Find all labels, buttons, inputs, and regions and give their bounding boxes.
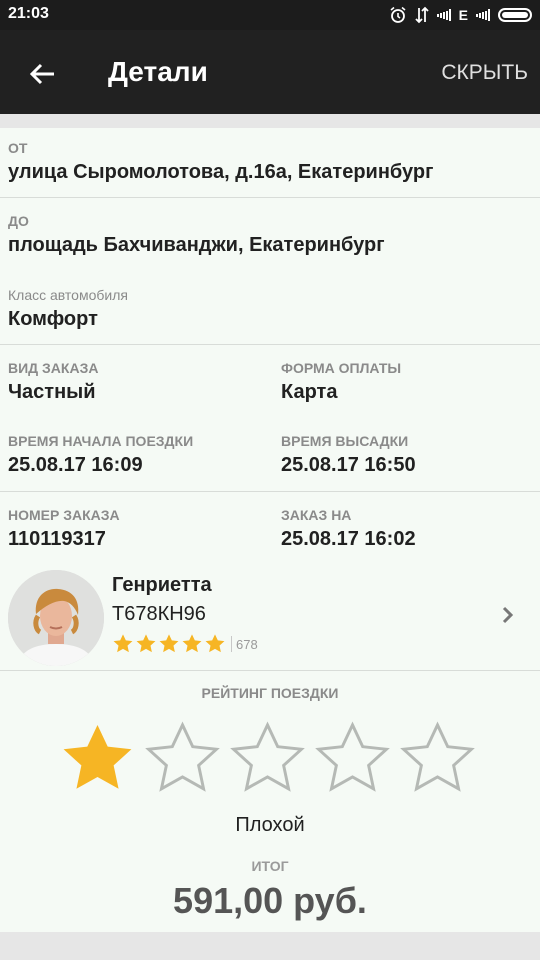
order-type-label: ВИД ЗАКАЗА: [8, 360, 99, 376]
alarm-icon: [389, 6, 407, 24]
to-address: площадь Бахчиванджи, Екатеринбург: [8, 234, 385, 256]
star-icon: [113, 634, 133, 653]
chevron-right-icon: [502, 606, 514, 624]
star-outline-icon[interactable]: [228, 720, 307, 799]
divider: [0, 670, 540, 671]
network-type: E: [458, 7, 468, 23]
star-outline-icon[interactable]: [313, 720, 392, 799]
page-title: Детали: [108, 56, 208, 87]
signal-icon-2: [476, 9, 490, 21]
star-icon: [159, 634, 179, 653]
divider: [231, 636, 232, 652]
dropoff-time-value: 25.08.17 16:50: [281, 454, 416, 476]
payment-value: Карта: [281, 381, 338, 403]
ordered-for-value: 25.08.17 16:02: [281, 528, 416, 550]
driver-name: Генриетта: [112, 574, 212, 596]
signal-icon: [436, 9, 451, 21]
trip-rating-stars: [58, 720, 477, 799]
ordered-for-label: ЗАКАЗ НА: [281, 507, 352, 523]
to-label: ДО: [8, 213, 29, 229]
order-number-label: НОМЕР ЗАКАЗА: [8, 507, 120, 523]
battery-icon: [498, 8, 532, 22]
start-time-value: 25.08.17 16:09: [8, 454, 143, 476]
star-icon: [136, 634, 156, 653]
total-price: 591,00 руб.: [173, 880, 367, 921]
trip-rating-title: РЕЙТИНГ ПОЕЗДКИ: [201, 685, 339, 701]
driver-rating-count: 678: [236, 636, 258, 652]
order-type-value: Частный: [8, 381, 96, 403]
order-number-value: 110119317: [8, 528, 106, 550]
from-label: ОТ: [8, 140, 28, 156]
details-card: ОТ улица Сыромолотова, д.16а, Екатеринбу…: [0, 128, 540, 932]
driver-avatar: [8, 570, 104, 666]
driver-plate: Т678КН96: [112, 603, 206, 625]
data-arrows-icon: [415, 6, 429, 24]
app-bar: Детали СКРЫТЬ: [0, 30, 540, 114]
trip-rating-label: Плохой: [235, 814, 305, 836]
arrow-back-icon: [29, 63, 54, 85]
car-class-label: Класс автомобиля: [8, 287, 128, 303]
divider: [0, 491, 540, 492]
star-outline-icon[interactable]: [398, 720, 477, 799]
divider: [0, 197, 540, 198]
dropoff-time-label: ВРЕМЯ ВЫСАДКИ: [281, 433, 409, 449]
car-class-value: Комфорт: [8, 308, 98, 330]
star-filled-icon[interactable]: [58, 720, 137, 799]
status-bar: 21:03 E: [0, 0, 540, 30]
start-time-label: ВРЕМЯ НАЧАЛА ПОЕЗДКИ: [8, 433, 194, 449]
hide-button[interactable]: СКРЫТЬ: [441, 61, 528, 85]
driver-rating: 678: [112, 633, 258, 655]
driver-details-button[interactable]: [502, 606, 514, 629]
status-icons: E: [389, 6, 532, 24]
from-address: улица Сыромолотова, д.16а, Екатеринбург: [8, 161, 434, 183]
divider: [0, 344, 540, 345]
star-outline-icon[interactable]: [143, 720, 222, 799]
star-icon: [205, 634, 225, 653]
back-button[interactable]: [22, 54, 62, 94]
status-time: 21:03: [8, 5, 49, 22]
total-label: ИТОГ: [251, 858, 289, 874]
star-icon: [182, 634, 202, 653]
payment-label: ФОРМА ОПЛАТЫ: [281, 360, 402, 376]
